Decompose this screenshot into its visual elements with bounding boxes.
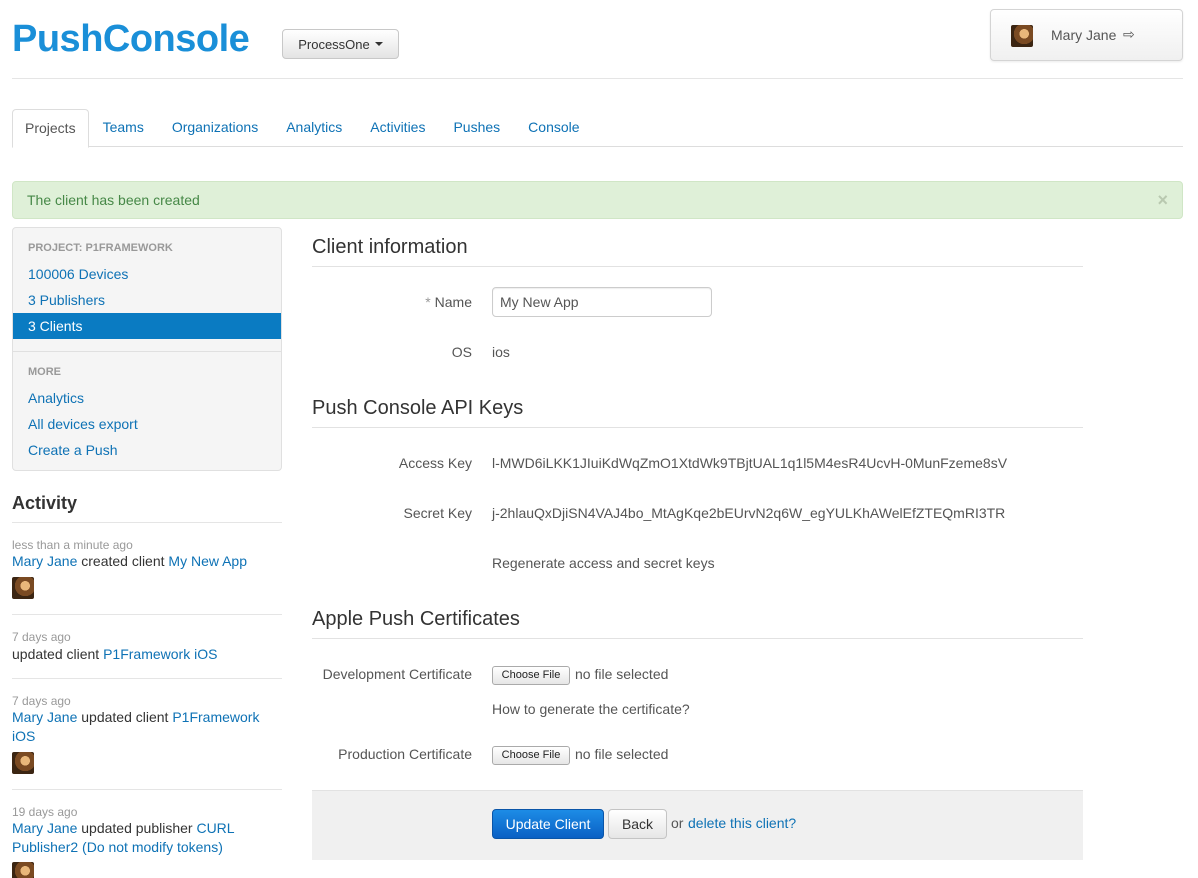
prod-cert-label: Production Certificate	[338, 746, 472, 762]
org-selector-label: ProcessOne	[298, 36, 370, 52]
main-nav-tabs: Projects Teams Organizations Analytics A…	[12, 109, 1183, 148]
list-item: updated client P1Framework iOS	[12, 645, 282, 664]
activity-divider	[12, 522, 282, 523]
more-header: MORE	[28, 366, 61, 378]
avatar[interactable]	[12, 752, 34, 774]
activity-time: 7 days ago	[12, 630, 71, 644]
certificates-title: Apple Push Certificates	[312, 608, 520, 630]
tab-projects[interactable]: Projects	[12, 109, 89, 148]
activity-user-link[interactable]: Mary Jane	[12, 553, 77, 569]
activity-divider	[12, 789, 282, 790]
client-info-title: Client information	[312, 236, 468, 258]
brand-logo[interactable]: PushConsole	[12, 18, 250, 61]
activity-user-link[interactable]: Mary Jane	[12, 820, 77, 836]
api-keys-title: Push Console API Keys	[312, 397, 524, 419]
required-marker: *	[425, 294, 431, 310]
section-divider	[312, 427, 1083, 428]
update-client-button[interactable]: Update Client	[492, 809, 604, 839]
sidebar-item-publishers[interactable]: 3 Publishers	[13, 287, 281, 313]
section-divider	[312, 266, 1083, 267]
header-divider	[12, 78, 1183, 79]
activity-time: 7 days ago	[12, 694, 71, 708]
avatar[interactable]	[12, 577, 34, 599]
list-item: Mary Jane updated client P1Framework iOS	[12, 708, 282, 746]
secret-key-value: j-2hlauQxDjiSN4VAJ4bo_MtAgKqe2bEUrvN2q6W…	[492, 505, 1006, 521]
cert-help-link[interactable]: How to generate the certificate?	[492, 701, 690, 717]
dev-cert-choose-file-button[interactable]: Choose File	[492, 666, 570, 685]
activity-divider	[12, 614, 282, 615]
dev-cert-label: Development Certificate	[322, 666, 472, 682]
name-label-text: Name	[434, 294, 472, 310]
os-label: OS	[451, 344, 472, 360]
prod-cert-file-status: no file selected	[575, 746, 669, 762]
activity-action: created client	[81, 553, 165, 569]
user-name[interactable]: Mary Jane	[1051, 27, 1116, 43]
sidebar-item-clients[interactable]: 3 Clients	[13, 313, 281, 339]
activity-target-link[interactable]: P1Framework iOS	[103, 646, 217, 662]
tab-analytics[interactable]: Analytics	[272, 109, 356, 147]
activity-action: updated client	[12, 646, 100, 662]
dev-cert-file-status: no file selected	[575, 666, 669, 682]
project-sidebar: PROJECT: P1FRAMEWORK 100006 Devices 3 Pu…	[12, 227, 282, 471]
sidebar-divider	[13, 351, 281, 352]
tab-organizations[interactable]: Organizations	[158, 109, 272, 147]
list-item: Mary Jane updated publisher CURL Publish…	[12, 819, 282, 857]
activity-title: Activity	[12, 493, 78, 513]
delete-client-link[interactable]: delete this client?	[688, 815, 796, 831]
activity-divider	[12, 678, 282, 679]
sidebar-item-devices-export[interactable]: All devices export	[13, 411, 281, 437]
tab-console[interactable]: Console	[514, 109, 593, 147]
back-button[interactable]: Back	[608, 809, 667, 839]
success-alert: The client has been created ×	[12, 181, 1183, 219]
alert-message: The client has been created	[27, 192, 200, 208]
user-menu[interactable]: Mary Jane ⇨	[990, 9, 1183, 61]
access-key-value: l-MWD6iLKK1JIuiKdWqZmO1XtdWk9TBjtUAL1q1l…	[492, 455, 1008, 471]
sidebar-item-devices[interactable]: 100006 Devices	[13, 261, 281, 287]
activity-target-link[interactable]: My New App	[168, 553, 247, 569]
close-icon[interactable]: ×	[1157, 182, 1168, 218]
section-divider	[312, 638, 1083, 639]
activity-action: updated publisher	[81, 820, 193, 836]
org-selector-button[interactable]: ProcessOne	[282, 29, 399, 59]
avatar	[1011, 25, 1033, 47]
tab-teams[interactable]: Teams	[89, 109, 158, 147]
name-field[interactable]	[492, 287, 712, 317]
access-key-label: Access Key	[398, 455, 472, 471]
name-label: * Name	[312, 294, 472, 310]
activity-time: 19 days ago	[12, 805, 78, 819]
tab-activities[interactable]: Activities	[356, 109, 439, 147]
avatar[interactable]	[12, 862, 34, 878]
activity-action: updated client	[81, 709, 169, 725]
sidebar-item-create-push[interactable]: Create a Push	[13, 437, 281, 463]
regenerate-keys-link[interactable]: Regenerate access and secret keys	[492, 555, 715, 571]
chevron-down-icon	[374, 42, 383, 46]
tab-pushes[interactable]: Pushes	[439, 109, 514, 147]
project-header: PROJECT: P1FRAMEWORK	[28, 242, 173, 254]
or-text: or	[671, 815, 684, 831]
secret-key-label: Secret Key	[403, 505, 472, 521]
sidebar-item-analytics[interactable]: Analytics	[13, 385, 281, 411]
list-item: Mary Jane created client My New App	[12, 552, 282, 571]
activity-user-link[interactable]: Mary Jane	[12, 709, 77, 725]
activity-time: less than a minute ago	[12, 538, 133, 552]
prod-cert-choose-file-button[interactable]: Choose File	[492, 746, 570, 765]
os-value: ios	[492, 344, 510, 360]
logout-icon[interactable]: ⇨	[1123, 26, 1135, 43]
